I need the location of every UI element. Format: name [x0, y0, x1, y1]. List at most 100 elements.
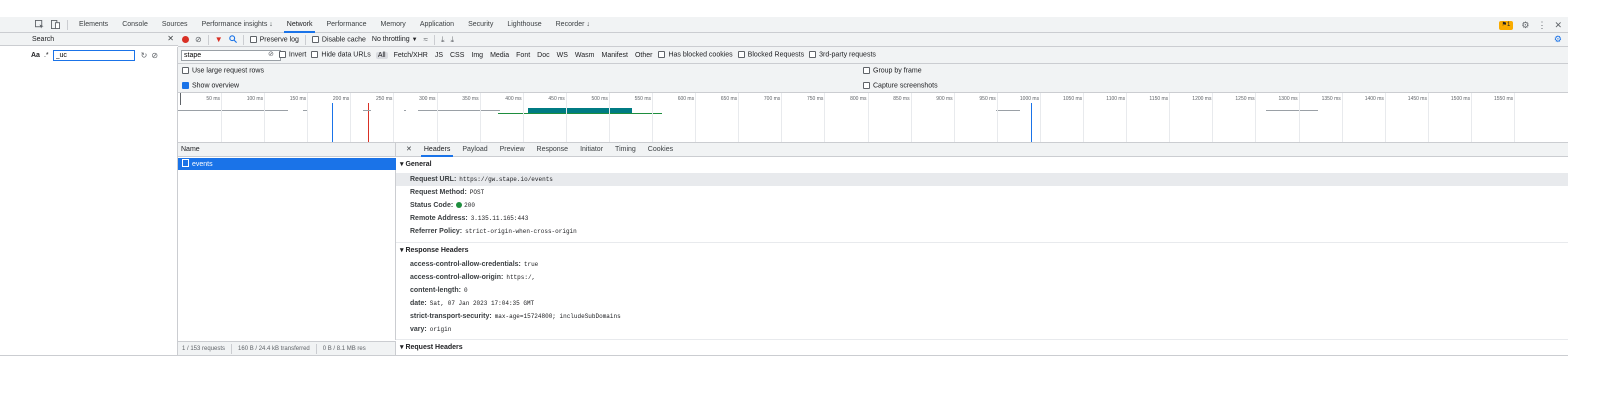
- response-header-row[interactable]: access-control-allow-origin: https:/,: [396, 271, 1568, 284]
- filter-type-font[interactable]: Font: [515, 52, 531, 59]
- divider: [433, 34, 435, 45]
- clear-filter-icon[interactable]: ⊘: [268, 51, 274, 59]
- more-options-icon[interactable]: ⋮: [1537, 20, 1546, 31]
- checkbox-box[interactable]: [809, 51, 817, 59]
- general-referrer-policy[interactable]: Referrer Policy: strict-origin-when-cross…: [396, 225, 1568, 238]
- filter-type-media[interactable]: Media: [489, 52, 510, 59]
- issues-badge[interactable]: ⚑1: [1498, 20, 1514, 30]
- response-header-row[interactable]: access-control-allow-credentials: true: [396, 258, 1568, 271]
- name-column-header[interactable]: Name: [178, 143, 396, 157]
- tab-payload[interactable]: Payload: [456, 143, 493, 157]
- filter-type-wasm[interactable]: Wasm: [574, 52, 596, 59]
- regex-toggle[interactable]: .*: [44, 52, 49, 59]
- timeline-tick-label: 650 ms: [720, 96, 738, 102]
- filter-type-all[interactable]: All: [375, 51, 388, 59]
- close-details-icon[interactable]: ✕: [400, 143, 418, 157]
- search-icon[interactable]: [228, 34, 237, 45]
- capture-screenshots-checkbox[interactable]: Capture screenshots: [863, 82, 938, 89]
- third-party-checkbox[interactable]: 3rd-party requests: [809, 51, 876, 59]
- filter-type-css[interactable]: CSS: [449, 52, 465, 59]
- tab-performance[interactable]: Performance: [319, 17, 373, 33]
- tab-memory[interactable]: Memory: [374, 17, 413, 33]
- checkbox-box[interactable]: [311, 35, 319, 43]
- response-headers-section-title[interactable]: ▾ Response Headers: [396, 242, 1568, 258]
- overview-left-handle[interactable]: [180, 93, 181, 105]
- filter-type-fetch-xhr[interactable]: Fetch/XHR: [393, 52, 429, 59]
- general-status-code[interactable]: Status Code: 200: [396, 199, 1568, 212]
- general-section-title[interactable]: ▾ General: [396, 157, 1568, 173]
- search-input[interactable]: [52, 50, 135, 61]
- checkbox-box[interactable]: [311, 51, 319, 59]
- show-overview-checkbox[interactable]: Show overview: [182, 82, 239, 89]
- tab-headers[interactable]: Headers: [418, 143, 456, 157]
- tab-elements[interactable]: Elements: [72, 17, 115, 33]
- has-blocked-cookies-checkbox[interactable]: Has blocked cookies: [658, 51, 733, 59]
- tab-sources[interactable]: Sources: [155, 17, 195, 33]
- tab-cookies[interactable]: Cookies: [642, 143, 679, 157]
- filter-icon[interactable]: ▼: [215, 35, 223, 44]
- tab-security[interactable]: Security: [461, 17, 500, 33]
- group-by-frame-checkbox[interactable]: Group by frame: [863, 67, 922, 74]
- tab-performance-insights[interactable]: Performance insights ↓: [195, 17, 280, 33]
- export-har-icon[interactable]: ⤓: [450, 35, 454, 44]
- tab-network[interactable]: Network: [280, 17, 320, 33]
- close-devtools-icon[interactable]: ✕: [1554, 20, 1562, 31]
- tab-timing[interactable]: Timing: [609, 143, 642, 157]
- hide-data-urls-checkbox[interactable]: Hide data URLs: [311, 51, 371, 59]
- throttling-select[interactable]: No throttling ▼: [372, 36, 418, 43]
- checkbox-box[interactable]: [182, 82, 189, 89]
- import-har-icon[interactable]: ⤓: [441, 35, 445, 44]
- record-icon[interactable]: [182, 36, 189, 43]
- clear-log-icon[interactable]: ⊘: [195, 35, 202, 44]
- response-header-row[interactable]: date: Sat, 07 Jan 2023 17:04:35 GMT: [396, 297, 1568, 310]
- tab-preview[interactable]: Preview: [494, 143, 531, 157]
- timeline-gridline: [1083, 93, 1084, 142]
- filter-type-ws[interactable]: WS: [556, 52, 569, 59]
- timeline-marker: [1031, 103, 1032, 142]
- network-conditions-icon[interactable]: ≈: [424, 35, 428, 44]
- settings-gear-icon[interactable]: ⚙: [1521, 20, 1529, 31]
- disable-cache-checkbox[interactable]: Disable cache: [311, 35, 366, 43]
- tab-initiator[interactable]: Initiator: [574, 143, 609, 157]
- preserve-log-checkbox[interactable]: Preserve log: [249, 35, 299, 43]
- filter-type-img[interactable]: Img: [470, 52, 484, 59]
- checkbox-box[interactable]: [278, 51, 286, 59]
- tab-console[interactable]: Console: [115, 17, 155, 33]
- network-settings-gear-icon[interactable]: ⚙: [1554, 34, 1562, 45]
- checkbox-box[interactable]: [182, 67, 189, 74]
- checkbox-box[interactable]: [658, 51, 666, 59]
- general-remote-address[interactable]: Remote Address: 3.135.11.165:443: [396, 212, 1568, 225]
- network-overview-timeline[interactable]: 50 ms 100 ms 150 ms 200 ms 250 ms 300 ms 350 m…: [178, 93, 1568, 143]
- response-header-row[interactable]: strict-transport-security: max-age=157248…: [396, 310, 1568, 323]
- device-toolbar-icon[interactable]: [47, 17, 63, 33]
- tab-response[interactable]: Response: [531, 143, 575, 157]
- tab-recorder[interactable]: Recorder ↓: [549, 17, 597, 33]
- response-header-row[interactable]: content-length: 0: [396, 284, 1568, 297]
- tab-application[interactable]: Application: [413, 17, 461, 33]
- refresh-icon[interactable]: ↻: [141, 51, 148, 60]
- timeline-tick-label: 450 ms: [548, 96, 565, 102]
- general-request-url[interactable]: Request URL: https://gw.stape.io/events: [396, 173, 1568, 186]
- filter-type-manifest[interactable]: Manifest: [600, 52, 628, 59]
- overview-bar-gray: [418, 110, 478, 111]
- large-rows-checkbox[interactable]: Use large request rows: [182, 67, 264, 74]
- filter-input[interactable]: [181, 49, 281, 61]
- filter-type-js[interactable]: JS: [434, 52, 444, 59]
- request-row-events[interactable]: events: [178, 158, 396, 170]
- filter-type-other[interactable]: Other: [634, 52, 654, 59]
- inspect-element-icon[interactable]: [31, 17, 47, 33]
- blocked-requests-checkbox[interactable]: Blocked Requests: [737, 51, 804, 59]
- tab-lighthouse[interactable]: Lighthouse: [500, 17, 548, 33]
- checkbox-box[interactable]: [863, 82, 870, 89]
- match-case-toggle[interactable]: Aa: [31, 52, 40, 59]
- response-header-row[interactable]: vary: origin: [396, 323, 1568, 336]
- request-headers-section-title[interactable]: ▾ Request Headers: [396, 339, 1568, 355]
- checkbox-box[interactable]: [737, 51, 745, 59]
- checkbox-box[interactable]: [863, 67, 870, 74]
- filter-type-doc[interactable]: Doc: [536, 52, 550, 59]
- close-search-icon[interactable]: ✕: [167, 34, 174, 43]
- clear-search-icon[interactable]: ⊘: [151, 51, 158, 60]
- invert-checkbox[interactable]: Invert: [278, 51, 306, 59]
- checkbox-box[interactable]: [249, 35, 257, 43]
- general-request-method[interactable]: Request Method: POST: [396, 186, 1568, 199]
